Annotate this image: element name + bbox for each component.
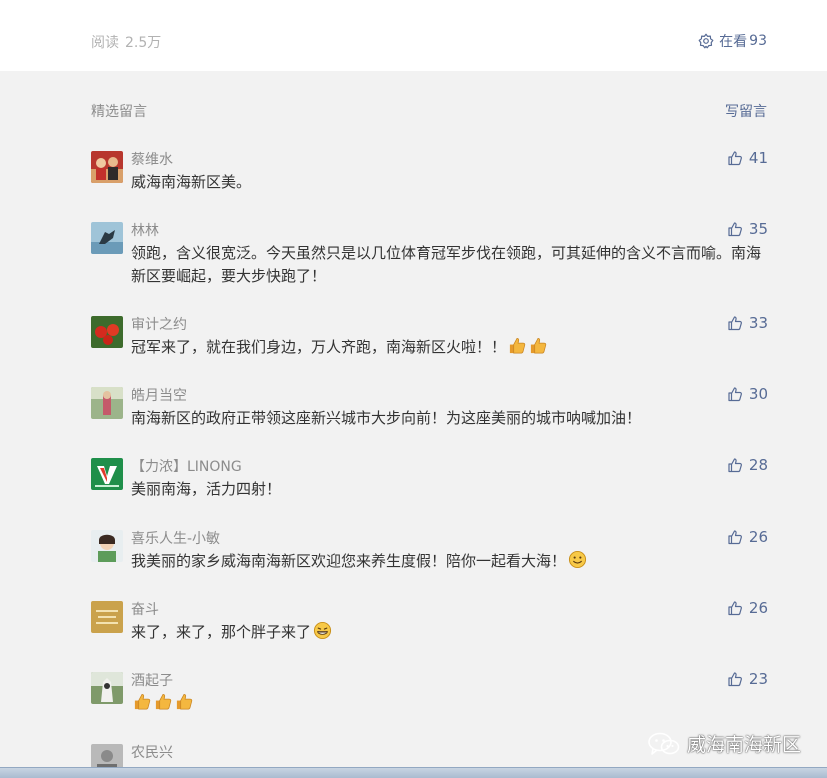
like-count: 33 bbox=[748, 314, 768, 332]
thumbs-up-outline-icon bbox=[728, 316, 742, 331]
read-label: 阅读 bbox=[91, 35, 119, 51]
comment-text: 南海新区的政府正带领这座新兴城市大步向前！为这座美丽的城市呐喊加油！ bbox=[131, 409, 642, 427]
watching-icon bbox=[698, 33, 714, 49]
like-button[interactable]: 35 bbox=[727, 220, 768, 238]
avatar[interactable] bbox=[91, 672, 123, 704]
avatar[interactable] bbox=[91, 458, 123, 490]
comments-section: 精选留言 写留言 蔡维水 威海南海新区美。 41 林林 领跑，含义很宽泛。今天虽… bbox=[0, 71, 827, 767]
comment-text: 来了，来了，那个胖子来了 bbox=[131, 621, 763, 644]
comment-nickname: 农民兴 bbox=[131, 745, 173, 761]
like-button[interactable]: 23 bbox=[727, 670, 768, 688]
like-button[interactable]: 41 bbox=[727, 149, 768, 167]
comment-item: 蔡维水 威海南海新区美。 41 bbox=[91, 149, 768, 191]
comment-item: 林林 领跑，含义很宽泛。今天虽然只是以几位体育冠军步伐在领跑，可其延伸的含义不言… bbox=[91, 220, 768, 285]
comment-nickname: 皓月当空 bbox=[131, 388, 187, 404]
thumbs-up-icon bbox=[154, 692, 173, 711]
like-button[interactable]: 26 bbox=[727, 528, 768, 546]
like-button[interactable]: 26 bbox=[727, 599, 768, 617]
comment-nickname: 蔡维水 bbox=[131, 152, 173, 168]
smile-icon bbox=[568, 550, 587, 569]
avatar[interactable] bbox=[91, 601, 123, 633]
comment-text bbox=[131, 692, 763, 715]
avatar[interactable] bbox=[91, 530, 123, 562]
account-watermark: 威海南海新区 bbox=[647, 730, 801, 757]
avatar[interactable] bbox=[91, 222, 123, 254]
like-button[interactable]: 33 bbox=[727, 314, 768, 332]
thumbs-up-outline-icon bbox=[728, 387, 742, 402]
watching-label: 在看 bbox=[719, 34, 748, 50]
like-count: 30 bbox=[748, 385, 768, 403]
comment-nickname: 林林 bbox=[131, 223, 159, 239]
comment-nickname: 喜乐人生-小敏 bbox=[131, 531, 221, 547]
avatar[interactable] bbox=[91, 744, 123, 767]
like-count: 23 bbox=[748, 670, 768, 688]
window-bottom-edge bbox=[0, 767, 827, 778]
thumbs-up-outline-icon bbox=[728, 530, 742, 545]
comment-text-body: 冠军来了，就在我们身边，万人齐跑，南海新区火啦！！ bbox=[131, 338, 507, 356]
thumbs-up-outline-icon bbox=[728, 151, 742, 166]
watching-count: 93 bbox=[749, 33, 767, 49]
write-comment-link[interactable]: 写留言 bbox=[725, 101, 767, 121]
avatar[interactable] bbox=[91, 151, 123, 183]
like-button[interactable]: 30 bbox=[727, 385, 768, 403]
wechat-icon bbox=[648, 732, 680, 755]
comment-text: 美丽南海，活力四射！ bbox=[131, 480, 282, 498]
thumbs-up-outline-icon bbox=[728, 222, 742, 237]
read-value: 2.5万 bbox=[125, 35, 162, 51]
comment-text: 威海南海新区美。 bbox=[131, 173, 252, 191]
avatar[interactable] bbox=[91, 387, 123, 419]
comment-nickname: 奋斗 bbox=[131, 602, 159, 618]
article-stats-bar: 阅读 2.5万 在看 93 bbox=[0, 0, 827, 71]
thumbs-up-icon bbox=[508, 336, 527, 355]
comment-text-body: 来了，来了，那个胖子来了 bbox=[131, 623, 312, 641]
comment-nickname: 审计之约 bbox=[131, 317, 187, 333]
thumbs-up-outline-icon bbox=[728, 458, 742, 473]
section-title: 精选留言 bbox=[91, 104, 147, 120]
watching-button[interactable]: 在看 93 bbox=[698, 31, 767, 51]
comment-text-body: 我美丽的家乡威海南海新区欢迎您来养生度假！陪你一起看大海！ bbox=[131, 552, 567, 570]
comment-item: 【力浓】LINONG 美丽南海，活力四射！ 28 bbox=[91, 456, 768, 498]
comment-text: 冠军来了，就在我们身边，万人齐跑，南海新区火啦！！ bbox=[131, 336, 763, 359]
comment-item: 奋斗 来了，来了，那个胖子来了 26 bbox=[91, 599, 768, 641]
like-count: 35 bbox=[748, 220, 768, 238]
grin-icon bbox=[313, 621, 332, 640]
like-count: 26 bbox=[748, 528, 768, 546]
thumbs-up-outline-icon bbox=[728, 672, 742, 687]
read-count: 阅读 2.5万 bbox=[91, 32, 167, 52]
comment-item: 喜乐人生-小敏 我美丽的家乡威海南海新区欢迎您来养生度假！陪你一起看大海！ 26 bbox=[91, 528, 768, 570]
comment-text: 领跑，含义很宽泛。今天虽然只是以几位体育冠军步伐在领跑，可其延伸的含义不言而喻。… bbox=[131, 244, 762, 285]
comment-nickname: 酒起子 bbox=[131, 673, 173, 689]
thumbs-up-icon bbox=[133, 692, 152, 711]
like-count: 41 bbox=[748, 149, 768, 167]
avatar[interactable] bbox=[91, 316, 123, 348]
thumbs-up-icon bbox=[175, 692, 194, 711]
thumbs-up-outline-icon bbox=[728, 601, 742, 616]
comment-item: 皓月当空 南海新区的政府正带领这座新兴城市大步向前！为这座美丽的城市呐喊加油！ … bbox=[91, 385, 768, 427]
comment-text: 我美丽的家乡威海南海新区欢迎您来养生度假！陪你一起看大海！ bbox=[131, 550, 763, 573]
comment-nickname: 【力浓】LINONG bbox=[131, 459, 242, 475]
comment-item: 审计之约 冠军来了，就在我们身边，万人齐跑，南海新区火啦！！ 33 bbox=[91, 314, 768, 356]
thumbs-up-icon bbox=[529, 336, 548, 355]
comment-item: 酒起子 23 bbox=[91, 670, 768, 710]
like-button[interactable]: 28 bbox=[727, 456, 768, 474]
like-count: 26 bbox=[748, 599, 768, 617]
like-count: 28 bbox=[748, 456, 768, 474]
watermark-text: 威海南海新区 bbox=[686, 734, 801, 756]
